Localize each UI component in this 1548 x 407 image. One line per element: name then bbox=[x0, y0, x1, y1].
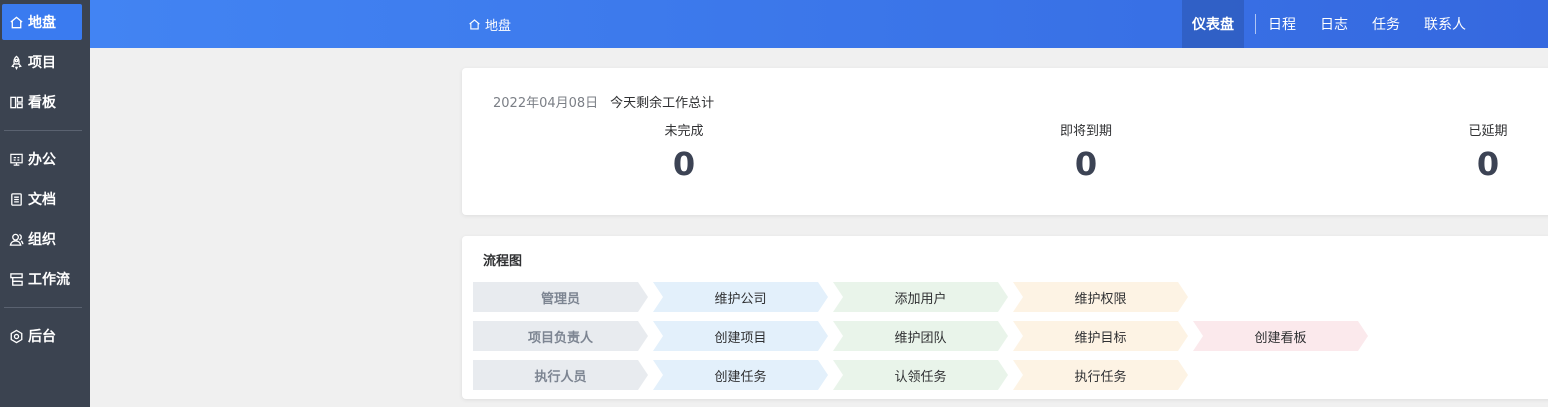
flow-row-project-lead: 项目负责人 创建项目 维护团队 维护目标 创建看板 bbox=[473, 321, 1373, 351]
sidebar-item-label: 地盘 bbox=[28, 15, 56, 31]
top-header: 地盘 仪表盘 日程 日志 任务 联系人 bbox=[90, 0, 1548, 48]
flow-step[interactable]: 维护权限 bbox=[1013, 282, 1188, 312]
flow-role: 管理员 bbox=[473, 282, 648, 312]
flow-role: 执行人员 bbox=[473, 360, 648, 390]
nav-log[interactable]: 日志 bbox=[1320, 0, 1348, 48]
flow-step[interactable]: 创建项目 bbox=[653, 321, 828, 351]
nav-contacts[interactable]: 联系人 bbox=[1424, 0, 1466, 48]
flow-step[interactable]: 维护目标 bbox=[1013, 321, 1188, 351]
document-icon bbox=[8, 191, 24, 207]
sidebar-item-organization[interactable]: 组织 bbox=[2, 221, 82, 257]
nav-separator bbox=[1255, 14, 1256, 34]
sidebar-divider bbox=[4, 307, 82, 308]
stat-label: 未完成 bbox=[664, 124, 704, 139]
flowchart-title: 流程图 bbox=[483, 254, 523, 269]
flowchart-card: 流程图 管理员 维护公司 添加用户 维护权限 项目负责人 创建项目 维护团队 维… bbox=[462, 236, 1548, 399]
sidebar-divider bbox=[4, 130, 82, 131]
flow-step[interactable]: 创建看板 bbox=[1193, 321, 1368, 351]
gear-icon bbox=[8, 328, 24, 344]
sidebar-item-label: 办公 bbox=[28, 152, 56, 168]
flow-step[interactable]: 添加用户 bbox=[833, 282, 1008, 312]
sidebar-item-board[interactable]: 看板 bbox=[2, 84, 82, 120]
stat-label: 已延期 bbox=[1468, 124, 1508, 139]
nav-schedule[interactable]: 日程 bbox=[1268, 0, 1296, 48]
stat-label: 即将到期 bbox=[1059, 124, 1112, 139]
sidebar-item-label: 项目 bbox=[28, 55, 56, 71]
nav-tasks[interactable]: 任务 bbox=[1372, 0, 1400, 48]
summary-title: 今天剩余工作总计 bbox=[610, 96, 715, 111]
sidebar-item-workflow[interactable]: 工作流 bbox=[2, 261, 82, 297]
flow-row-executor: 执行人员 创建任务 认领任务 执行任务 bbox=[473, 360, 1193, 390]
monitor-icon bbox=[8, 151, 24, 167]
sidebar-item-label: 看板 bbox=[28, 95, 56, 111]
board-icon bbox=[8, 94, 24, 110]
home-icon bbox=[468, 18, 485, 31]
stat-incomplete[interactable]: 未完成 0 bbox=[624, 120, 744, 183]
work-summary-card: 2022年04月08日 今天剩余工作总计 未完成 0 即将到期 0 已延期 0 bbox=[462, 68, 1548, 215]
home-icon bbox=[8, 14, 24, 30]
sidebar-item-label: 工作流 bbox=[28, 272, 70, 288]
sidebar-item-home[interactable]: 地盘 bbox=[2, 4, 82, 40]
sidebar-item-projects[interactable]: 项目 bbox=[2, 44, 82, 80]
sidebar-item-label: 组织 bbox=[28, 232, 56, 248]
breadcrumb[interactable]: 地盘 bbox=[468, 0, 511, 48]
sidebar-item-documents[interactable]: 文档 bbox=[2, 181, 82, 217]
stat-due-soon[interactable]: 即将到期 0 bbox=[1026, 120, 1146, 183]
sidebar-item-label: 后台 bbox=[28, 329, 56, 345]
sidebar-item-admin[interactable]: 后台 bbox=[2, 318, 82, 354]
people-icon bbox=[8, 231, 24, 247]
stat-value: 0 bbox=[1074, 145, 1098, 183]
top-nav: 仪表盘 日程 日志 任务 联系人 bbox=[1182, 0, 1490, 48]
sidebar: 地盘 项目 看板 办公 文档 组织 工作流 后台 bbox=[0, 0, 90, 407]
stat-value: 0 bbox=[1476, 145, 1500, 183]
nav-dashboard[interactable]: 仪表盘 bbox=[1182, 0, 1244, 48]
flow-row-admin: 管理员 维护公司 添加用户 维护权限 bbox=[473, 282, 1193, 312]
summary-date: 2022年04月08日 bbox=[493, 96, 599, 111]
breadcrumb-label: 地盘 bbox=[485, 18, 512, 34]
flow-step[interactable]: 执行任务 bbox=[1013, 360, 1188, 390]
workflow-icon bbox=[8, 271, 24, 287]
rocket-icon bbox=[8, 54, 24, 70]
sidebar-item-office[interactable]: 办公 bbox=[2, 141, 82, 177]
sidebar-item-label: 文档 bbox=[28, 192, 56, 208]
flow-role: 项目负责人 bbox=[473, 321, 648, 351]
stat-overdue[interactable]: 已延期 0 bbox=[1428, 120, 1548, 183]
flow-step[interactable]: 维护团队 bbox=[833, 321, 1008, 351]
stat-value: 0 bbox=[672, 145, 696, 183]
flow-step[interactable]: 创建任务 bbox=[653, 360, 828, 390]
flow-step[interactable]: 认领任务 bbox=[833, 360, 1008, 390]
flow-step[interactable]: 维护公司 bbox=[653, 282, 828, 312]
summary-header: 2022年04月08日 今天剩余工作总计 bbox=[493, 92, 714, 111]
